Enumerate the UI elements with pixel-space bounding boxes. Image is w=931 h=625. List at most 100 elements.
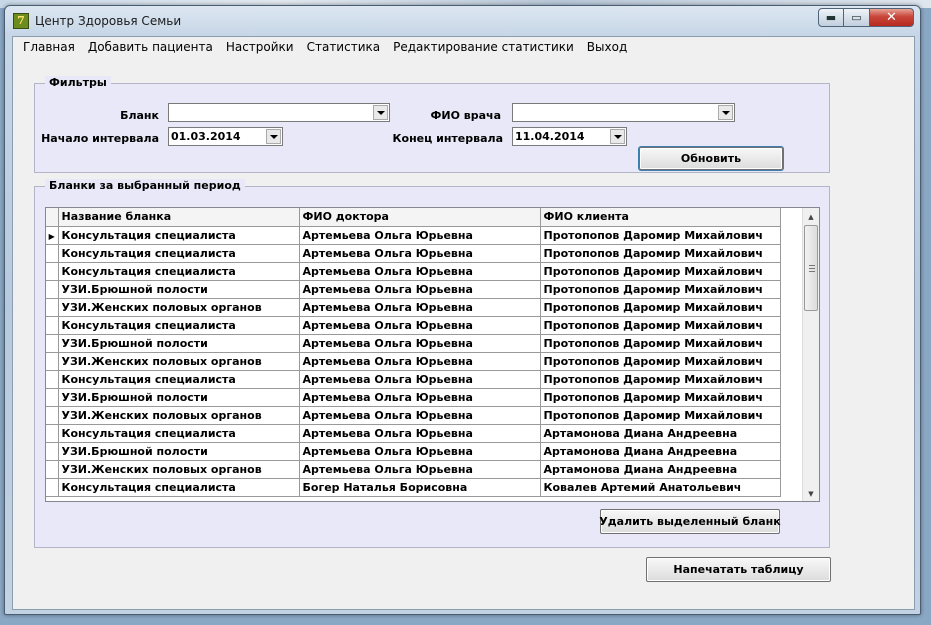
row-indicator[interactable] xyxy=(46,460,59,479)
cell-form-name[interactable]: УЗИ.Женских половых органов xyxy=(58,460,300,479)
cell-doctor[interactable]: Артемьева Ольга Юрьевна xyxy=(299,406,541,425)
cell-form-name[interactable]: Консультация специалиста xyxy=(58,244,300,263)
blank-combo[interactable] xyxy=(168,103,390,122)
cell-form-name[interactable]: Консультация специалиста xyxy=(58,424,300,443)
table-row[interactable]: УЗИ.Брюшной полости Артемьева Ольга Юрьев… xyxy=(46,388,781,407)
cell-form-name[interactable]: Консультация специалиста xyxy=(58,370,300,389)
menu-item-settings[interactable]: Настройки xyxy=(220,40,301,54)
table-row[interactable]: УЗИ.Брюшной полости Артемьева Ольга Юрьев… xyxy=(46,442,781,461)
cell-client[interactable]: Протопопов Даромир Михайлович xyxy=(540,226,781,245)
cell-doctor[interactable]: Артемьева Ольга Юрьевна xyxy=(299,298,541,317)
cell-client[interactable]: Протопопов Даромир Михайлович xyxy=(540,334,781,353)
vertical-scrollbar[interactable]: ▲ ▼ xyxy=(802,208,819,501)
row-indicator[interactable] xyxy=(46,334,59,353)
cell-doctor[interactable]: Артемьева Ольга Юрьевна xyxy=(299,442,541,461)
cell-client[interactable]: Артамонова Диана Андреевна xyxy=(540,460,781,479)
chevron-down-icon[interactable] xyxy=(610,129,625,144)
cell-form-name[interactable]: УЗИ.Брюшной полости xyxy=(58,442,300,461)
chevron-down-icon[interactable] xyxy=(373,105,388,120)
cell-doctor[interactable]: Артемьева Ольга Юрьевна xyxy=(299,262,541,281)
maximize-button[interactable]: ▭ xyxy=(844,8,870,27)
menu-item-add-patient[interactable]: Добавить пациента xyxy=(82,40,220,54)
cell-doctor[interactable]: Артемьева Ольга Юрьевна xyxy=(299,226,541,245)
row-indicator[interactable] xyxy=(46,298,59,317)
table-row[interactable]: УЗИ.Женских половых органов Артемьева Оль… xyxy=(46,460,781,479)
scroll-up-icon[interactable]: ▲ xyxy=(803,208,819,225)
cell-client[interactable]: Протопопов Даромир Михайлович xyxy=(540,352,781,371)
row-indicator[interactable] xyxy=(46,370,59,389)
row-indicator[interactable] xyxy=(46,442,59,461)
scroll-thumb[interactable] xyxy=(804,225,818,311)
app-icon[interactable]: 7 xyxy=(13,13,29,29)
forms-table[interactable]: Название бланка ФИО доктора ФИО клиента … xyxy=(45,207,820,502)
table-row[interactable]: Консультация специалиста Артемьева Ольга … xyxy=(46,316,781,335)
cell-client[interactable]: Протопопов Даромир Михайлович xyxy=(540,298,781,317)
table-row[interactable]: Консультация специалиста Артемьева Ольга … xyxy=(46,244,781,263)
cell-client[interactable]: Протопопов Даромир Михайлович xyxy=(540,244,781,263)
chevron-down-icon[interactable] xyxy=(266,129,281,144)
row-indicator[interactable] xyxy=(46,424,59,443)
table-row[interactable]: ▶ Консультация специалиста Артемьева Ольга… xyxy=(46,226,781,245)
cell-doctor[interactable]: Артемьева Ольга Юрьевна xyxy=(299,280,541,299)
cell-client[interactable]: Протопопов Даромир Михайлович xyxy=(540,388,781,407)
cell-client[interactable]: Ковалев Артемий Анатольевич xyxy=(540,478,781,497)
chevron-down-icon[interactable] xyxy=(718,105,733,120)
row-indicator[interactable] xyxy=(46,316,59,335)
table-row[interactable]: Консультация специалиста Артемьева Ольга … xyxy=(46,370,781,389)
cell-form-name[interactable]: УЗИ.Женских половых органов xyxy=(58,406,300,425)
cell-doctor[interactable]: Артемьева Ольга Юрьевна xyxy=(299,388,541,407)
menu-item-home[interactable]: Главная xyxy=(17,40,82,54)
cell-form-name[interactable]: УЗИ.Женских половых органов xyxy=(58,298,300,317)
table-row[interactable]: УЗИ.Брюшной полости Артемьева Ольга Юрьев… xyxy=(46,280,781,299)
table-row[interactable]: Консультация специалиста Артемьева Ольга … xyxy=(46,424,781,443)
column-header-client[interactable]: ФИО клиента xyxy=(540,208,781,227)
cell-doctor[interactable]: Артемьева Ольга Юрьевна xyxy=(299,334,541,353)
minimize-button[interactable]: ▬ xyxy=(818,8,844,27)
row-indicator[interactable]: ▶ xyxy=(46,226,59,245)
print-table-button[interactable]: Напечатать таблицу xyxy=(646,557,831,582)
table-row[interactable]: УЗИ.Брюшной полости Артемьева Ольга Юрьев… xyxy=(46,334,781,353)
cell-form-name[interactable]: УЗИ.Женских половых органов xyxy=(58,352,300,371)
cell-form-name[interactable]: Консультация специалиста xyxy=(58,262,300,281)
cell-doctor[interactable]: Артемьева Ольга Юрьевна xyxy=(299,424,541,443)
row-indicator[interactable] xyxy=(46,406,59,425)
table-row[interactable]: Консультация специалиста Артемьева Ольга … xyxy=(46,262,781,281)
doctor-combo[interactable] xyxy=(512,103,735,122)
delete-selected-button[interactable]: Удалить выделенный бланк xyxy=(599,509,781,534)
cell-form-name[interactable]: Консультация специалиста xyxy=(58,316,300,335)
cell-form-name[interactable]: Консультация специалиста xyxy=(58,226,300,245)
row-indicator[interactable] xyxy=(46,262,59,281)
cell-doctor[interactable]: Богер Наталья Борисовна xyxy=(299,478,541,497)
cell-client[interactable]: Протопопов Даромир Михайлович xyxy=(540,262,781,281)
table-row[interactable]: Консультация специалиста Богер Наталья Бо… xyxy=(46,478,781,497)
row-indicator[interactable] xyxy=(46,478,59,497)
start-date-picker[interactable]: 01.03.2014 xyxy=(168,127,283,146)
row-indicator[interactable] xyxy=(46,352,59,371)
row-indicator[interactable] xyxy=(46,280,59,299)
menu-item-edit-statistics[interactable]: Редактирование статистики xyxy=(387,40,581,54)
cell-form-name[interactable]: Консультация специалиста xyxy=(58,478,300,497)
scroll-down-icon[interactable]: ▼ xyxy=(803,485,819,501)
menu-item-statistics[interactable]: Статистика xyxy=(301,40,388,54)
end-date-picker[interactable]: 11.04.2014 xyxy=(512,127,627,146)
menu-item-exit[interactable]: Выход xyxy=(581,40,634,54)
refresh-button[interactable]: Обновить xyxy=(639,147,783,170)
close-button[interactable]: ✕ xyxy=(870,8,914,27)
cell-client[interactable]: Артамонова Диана Андреевна xyxy=(540,442,781,461)
cell-doctor[interactable]: Артемьева Ольга Юрьевна xyxy=(299,370,541,389)
cell-form-name[interactable]: УЗИ.Брюшной полости xyxy=(58,280,300,299)
cell-client[interactable]: Протопопов Даромир Михайлович xyxy=(540,280,781,299)
cell-form-name[interactable]: УЗИ.Брюшной полости xyxy=(58,334,300,353)
cell-doctor[interactable]: Артемьева Ольга Юрьевна xyxy=(299,460,541,479)
table-row[interactable]: УЗИ.Женских половых органов Артемьева Оль… xyxy=(46,352,781,371)
cell-doctor[interactable]: Артемьева Ольга Юрьевна xyxy=(299,316,541,335)
row-indicator[interactable] xyxy=(46,388,59,407)
column-header-form-name[interactable]: Название бланка xyxy=(58,208,300,227)
column-header-doctor[interactable]: ФИО доктора xyxy=(299,208,541,227)
table-row[interactable]: УЗИ.Женских половых органов Артемьева Оль… xyxy=(46,406,781,425)
row-indicator[interactable] xyxy=(46,244,59,263)
cell-client[interactable]: Протопопов Даромир Михайлович xyxy=(540,370,781,389)
cell-client[interactable]: Протопопов Даромир Михайлович xyxy=(540,406,781,425)
table-row[interactable]: УЗИ.Женских половых органов Артемьева Оль… xyxy=(46,298,781,317)
title-bar[interactable]: 7 Центр Здоровья Семьи ▬ ▭ ✕ xyxy=(5,6,920,36)
